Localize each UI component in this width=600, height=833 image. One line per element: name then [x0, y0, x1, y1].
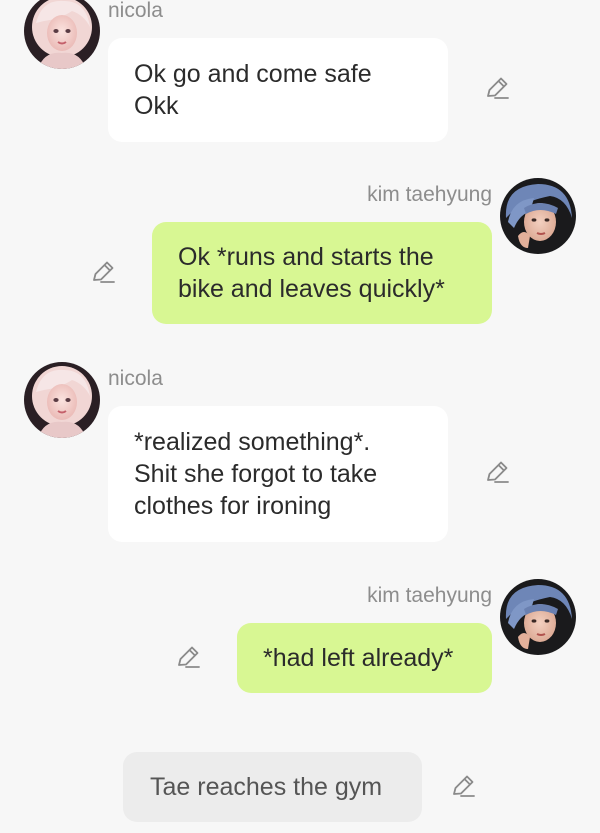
message-bubble[interactable]: *realized something*. Shit she forgot to… — [108, 406, 448, 542]
message-text: Okk — [134, 92, 179, 120]
message-bubble[interactable]: Ok *runs and starts the bike and leaves … — [152, 222, 492, 324]
message-text: Ok go and come safe — [134, 60, 372, 88]
narration-bubble[interactable]: Tae reaches the gym — [123, 752, 422, 822]
sender-name: nicola — [108, 367, 163, 390]
message-text: bike and leaves quickly* — [178, 275, 445, 303]
kim-taehyung-avatar[interactable] — [500, 579, 576, 655]
kim-taehyung-avatar[interactable] — [500, 178, 576, 254]
sender-name: kim taehyung — [367, 584, 492, 607]
pencil-edit-icon[interactable] — [483, 458, 511, 486]
narration-text: Tae reaches the gym — [150, 773, 383, 801]
pencil-edit-icon[interactable] — [174, 643, 202, 671]
nicola-avatar[interactable] — [24, 362, 100, 438]
message-text: *had left already* — [263, 644, 454, 672]
chat-thread: nicola Ok go and come safe Okk kim taehy… — [0, 0, 600, 833]
pencil-edit-icon[interactable] — [483, 74, 511, 102]
message-text: *realized something*. — [134, 428, 371, 456]
nicola-avatar[interactable] — [24, 0, 100, 69]
message-text: Ok *runs and starts the — [178, 243, 434, 271]
pencil-edit-icon[interactable] — [89, 258, 117, 286]
message-text: Shit she forgot to take — [134, 460, 378, 488]
sender-name: nicola — [108, 0, 163, 22]
message-text: clothes for ironing — [134, 492, 332, 520]
message-bubble[interactable]: *had left already* — [237, 623, 492, 693]
message-bubble[interactable]: Ok go and come safe Okk — [108, 38, 448, 142]
sender-name: kim taehyung — [367, 183, 492, 206]
pencil-edit-icon[interactable] — [449, 772, 477, 800]
